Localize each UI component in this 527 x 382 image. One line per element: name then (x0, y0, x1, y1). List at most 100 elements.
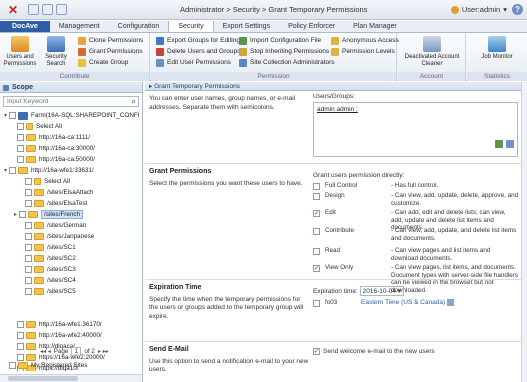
tree-node[interactable]: http://16a-wfe1:36170/ (10, 319, 102, 330)
search-icon[interactable]: ⌕ (132, 97, 136, 107)
send-email-checkbox[interactable]: ✓ (313, 348, 320, 355)
tree-node[interactable]: ▾ http://16a-wfe1:33631/ (2, 165, 94, 176)
tree-checkbox[interactable] (25, 222, 32, 229)
tab-management[interactable]: Management (50, 21, 109, 32)
tab-security[interactable]: Security (168, 21, 214, 32)
deactivated-account-cleaner-button[interactable]: Deactivated Account Cleaner (402, 36, 462, 68)
help-icon[interactable]: ? (512, 4, 523, 15)
clone-permissions-button[interactable]: Clone Permissions (78, 36, 143, 46)
window-icon[interactable] (56, 4, 67, 15)
tree-node[interactable]: /sites/Janpanese (18, 231, 94, 242)
tree-checkbox[interactable] (25, 277, 32, 284)
tree-checkbox[interactable] (17, 321, 24, 328)
tree-checkbox[interactable] (25, 200, 32, 207)
tree-checkbox[interactable] (25, 189, 32, 196)
permission-checkbox[interactable] (313, 183, 320, 190)
main-vertical-scrollbar[interactable] (521, 82, 527, 382)
users-groups-input[interactable]: admin admin ; (313, 102, 518, 157)
stop-inheriting-button[interactable]: Stop Inheriting Permissions (239, 47, 329, 57)
permission-checkbox[interactable] (313, 228, 320, 235)
tree-checkbox[interactable] (25, 233, 32, 240)
import-configuration-button[interactable]: Import Configuration File (239, 36, 321, 46)
tree-checkbox[interactable] (9, 362, 16, 369)
tree-checkbox[interactable] (25, 288, 32, 295)
tab-plan-manager[interactable]: Plan Manager (344, 21, 406, 32)
delete-users-button[interactable]: Delete Users and Groups (156, 47, 240, 57)
folder-icon (26, 343, 36, 350)
expand-toggle-icon[interactable]: ▾ (2, 167, 9, 174)
tree-node[interactable]: /sites/SC2 (18, 253, 76, 264)
grid-icon[interactable] (42, 4, 53, 15)
tree-checkbox[interactable] (17, 332, 24, 339)
expiration-date-picker[interactable]: 2016-10-04 ▾ (359, 286, 404, 296)
tree-node[interactable]: http://16a-wfe2:40000/ (10, 330, 102, 341)
edit-user-permissions-button[interactable]: Edit User Permissions (156, 58, 231, 68)
user-menu[interactable]: User:admin ▾ (450, 5, 507, 14)
scope-horizontal-scrollbar[interactable] (0, 374, 142, 382)
scope-search-input[interactable] (4, 97, 138, 106)
tree-checkbox[interactable] (17, 145, 24, 152)
tree-node[interactable]: http://16a-ca:30000/ (10, 143, 95, 154)
tree-node[interactable]: /sites/SC4 (18, 275, 76, 286)
permission-level-row: Design - Can view, add, update, delete, a… (313, 192, 523, 207)
tree-node[interactable]: /sites/SC3 (18, 264, 76, 275)
pager-prev-button[interactable]: ◂◂ ◂ (40, 348, 51, 355)
permission-checkbox[interactable] (313, 193, 320, 200)
create-group-button[interactable]: Create Group (78, 58, 128, 68)
tree-node[interactable]: ▾ Farm(16A-SQL:SHAREPOINT_CONFI (2, 110, 139, 121)
scope-panel: Scope ⌕ ▾ Farm(16A-SQL:SHAREPOINT_CONFI Se… (0, 82, 143, 382)
tree-node[interactable]: http://16a-ca:1111/ (10, 132, 90, 143)
tree-node[interactable]: /sites/SC5 (18, 286, 76, 297)
tree-node[interactable]: http://16a-ca:50000/ (10, 154, 95, 165)
user-entry[interactable]: admin admin ; (317, 106, 358, 113)
tree-checkbox[interactable] (9, 167, 16, 174)
tab-configuration[interactable]: Configuration (109, 21, 169, 32)
tree-checkbox[interactable] (9, 112, 16, 119)
tree-node[interactable]: Select All (18, 176, 70, 187)
permission-checkbox[interactable] (313, 248, 320, 255)
tree-checkbox[interactable] (25, 178, 32, 185)
tree-node[interactable]: /sites/SC1 (18, 242, 76, 253)
tree-checkbox[interactable] (17, 123, 24, 130)
tree-node[interactable]: /sites/ElsaTest (18, 198, 87, 209)
tree-node[interactable]: ▸ /sites/French (12, 209, 84, 220)
address-book-icon[interactable] (506, 140, 514, 148)
job-monitor-button[interactable]: Job Monitor (477, 36, 517, 61)
scrollbar-thumb[interactable] (8, 376, 78, 381)
tree-node[interactable]: My Registered Sites (2, 360, 87, 371)
permission-checkbox[interactable]: ✓ (313, 210, 320, 217)
tree-checkbox[interactable] (25, 255, 32, 262)
calendar-dropdown-icon: ▾ (397, 288, 401, 295)
home-icon[interactable] (28, 4, 39, 15)
timezone-link[interactable]: Eastern Time (US & Canada) (361, 299, 445, 306)
permission-levels-button[interactable]: Permission Levels (331, 47, 395, 57)
tree-checkbox[interactable] (25, 244, 32, 251)
anonymous-access-button[interactable]: Anonymous Access (331, 36, 399, 46)
pager-next-button[interactable]: ▸ ▸▸ (98, 348, 109, 355)
permission-checkbox[interactable]: ✓ (313, 265, 320, 272)
users-and-permissions-button[interactable]: Users and Permissions (2, 36, 38, 68)
tree-checkbox[interactable] (25, 266, 32, 273)
export-groups-button[interactable]: Export Groups for Editing (156, 36, 240, 46)
security-search-button[interactable]: Security Search (38, 36, 74, 68)
tree-node[interactable]: Select All (10, 121, 62, 132)
ribbon-group-contribute: Users and Permissions Security Search Cl… (0, 33, 150, 81)
site-collection-admins-button[interactable]: Site Collection Administrators (239, 58, 335, 68)
tree-node[interactable]: /sites/German (18, 220, 86, 231)
tab-policy-enforcer[interactable]: Policy Enforcer (279, 21, 344, 32)
stop-inheriting-icon (239, 48, 247, 56)
pager-page-input[interactable]: 1 (71, 346, 82, 356)
tree-checkbox[interactable] (17, 156, 24, 163)
docave-logo-icon[interactable]: ✕ (4, 1, 22, 19)
expand-toggle-icon[interactable]: ▸ (12, 211, 19, 218)
tree-checkbox[interactable] (19, 211, 26, 218)
tab-export-settings[interactable]: Export Settings (214, 21, 279, 32)
tree-checkbox[interactable] (17, 343, 24, 350)
timezone-icon[interactable] (447, 299, 454, 306)
tree-checkbox[interactable] (17, 134, 24, 141)
expand-toggle-icon[interactable]: ▾ (2, 112, 9, 119)
tree-node[interactable]: /sites/ElsaAttach (18, 187, 94, 198)
tab-docave[interactable]: DocAve (0, 21, 50, 32)
check-names-icon[interactable] (495, 140, 503, 148)
grant-permissions-button[interactable]: Grant Permissions (78, 47, 142, 57)
